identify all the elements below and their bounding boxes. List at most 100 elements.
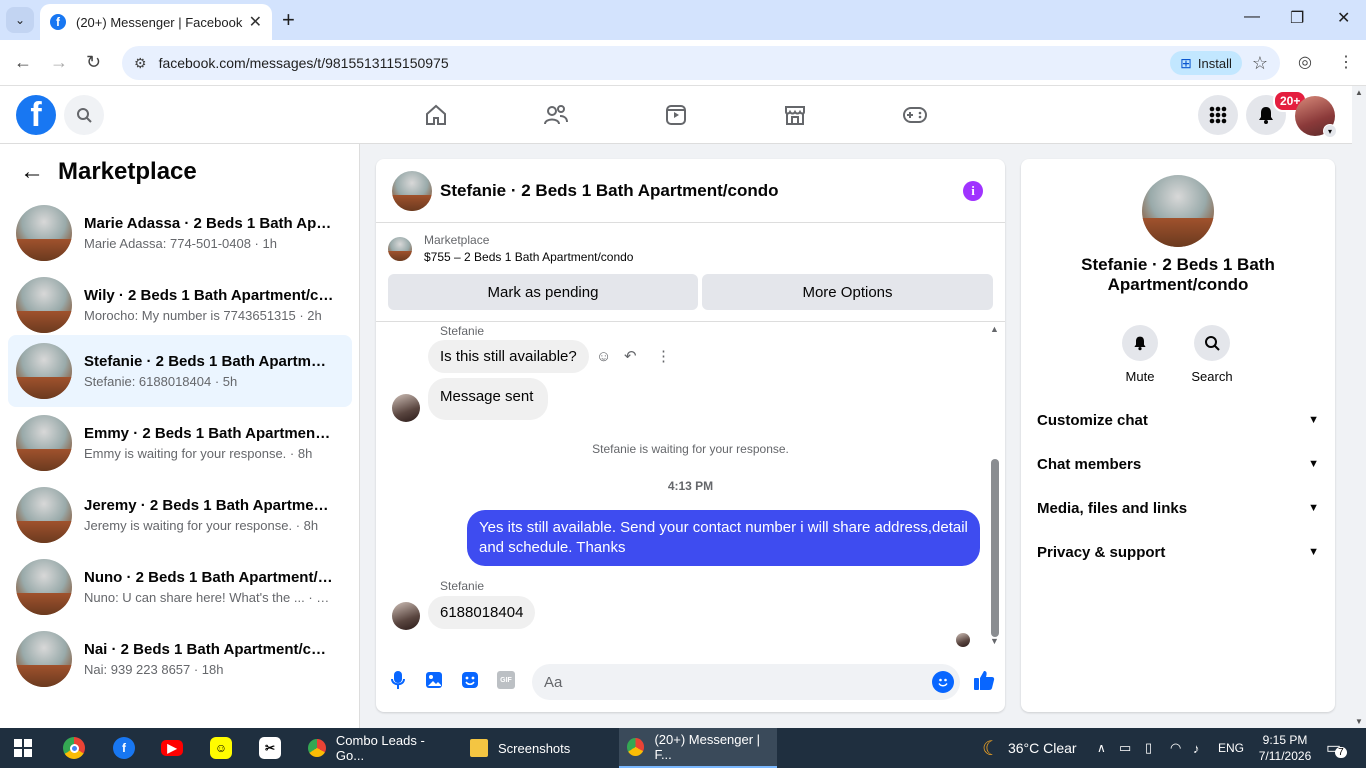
weather-widget[interactable]: ☾ 36°C Clear	[982, 728, 1077, 768]
facebook-logo-icon[interactable]: f	[16, 95, 56, 135]
browser-tab[interactable]: f (20+) Messenger | Facebook ✕	[40, 4, 272, 40]
snapchat-icon[interactable]: ☺	[210, 737, 232, 759]
reload-icon[interactable]: ↻	[86, 52, 101, 73]
search-icon	[77, 108, 92, 123]
back-arrow-icon[interactable]: ←	[20, 158, 44, 186]
gaming-nav[interactable]	[900, 100, 930, 130]
sender-avatar[interactable]	[392, 394, 420, 422]
conversation-item[interactable]: Jeremy · 2 Beds 1 Bath Apartment/... Jere…	[8, 479, 352, 551]
device-icon[interactable]: ▯	[1145, 728, 1152, 768]
restore-icon[interactable]: ❐	[1290, 8, 1304, 28]
tab-close-icon[interactable]: ✕	[249, 12, 262, 32]
message-bubble[interactable]: Message sent	[428, 378, 548, 420]
message-input[interactable]: Aa	[532, 664, 960, 700]
window-close-icon[interactable]: ✕	[1337, 8, 1350, 28]
photo-icon[interactable]	[424, 670, 444, 690]
message-input-placeholder: Aa	[544, 673, 563, 691]
install-button[interactable]: ⊞ Install	[1170, 51, 1242, 75]
like-thumbs-up-icon[interactable]	[972, 668, 996, 692]
conversation-preview: Jeremy is waiting for your response. · 8…	[84, 518, 319, 533]
volume-icon[interactable]: ♪	[1193, 728, 1200, 768]
scroll-down-icon[interactable]: ▼	[990, 636, 999, 646]
install-label: Install	[1197, 55, 1232, 71]
tab-search-dropdown[interactable]: ⌄	[6, 7, 34, 33]
facebook-search-button[interactable]	[64, 95, 104, 135]
conversation-item[interactable]: Marie Adassa · 2 Beds 1 Bath Apart... Mar…	[8, 197, 352, 269]
microphone-icon[interactable]	[388, 670, 408, 690]
minimize-icon[interactable]: —	[1244, 8, 1260, 26]
new-tab-button[interactable]: +	[282, 8, 295, 32]
conversation-name: Jeremy · 2 Beds 1 Bath Apartment/...	[84, 497, 334, 514]
windows-start-icon[interactable]	[14, 739, 32, 762]
mark-pending-button[interactable]: Mark as pending	[388, 274, 698, 310]
conversation-item[interactable]: Nai · 2 Beds 1 Bath Apartment/con... Nai:…	[8, 623, 352, 695]
chrome-icon	[308, 739, 326, 757]
watch-nav[interactable]	[661, 100, 691, 130]
facebook-app-icon[interactable]: f	[113, 737, 135, 759]
back-icon[interactable]: ←	[14, 52, 32, 73]
listing-bar[interactable]: Marketplace $755 – 2 Beds 1 Bath Apartme…	[388, 233, 633, 264]
message-bubble[interactable]: 6188018404	[428, 596, 536, 629]
my-message-bubble[interactable]: Yes its still available. Send your conta…	[467, 510, 980, 566]
sticker-icon[interactable]	[460, 670, 480, 690]
chrome-icon[interactable]	[63, 737, 85, 759]
conversation-item[interactable]: Emmy · 2 Beds 1 Bath Apartment/c... Emmy …	[8, 407, 352, 479]
scroll-up-icon[interactable]: ▲	[1355, 88, 1363, 97]
customize-chat-row[interactable]: Customize chat ▼	[1037, 408, 1319, 432]
info-icon[interactable]: i	[963, 181, 983, 201]
battery-icon[interactable]: ▭	[1119, 728, 1131, 768]
emoji-icon[interactable]	[932, 671, 954, 693]
gif-icon[interactable]: GIF	[496, 670, 516, 690]
address-bar[interactable]: ⚙ facebook.com/messages/t/98155131151509…	[122, 46, 1280, 80]
notification-center[interactable]: ▭ 7	[1326, 728, 1347, 768]
message-bubble[interactable]: Is this still available?	[428, 340, 589, 373]
youtube-icon[interactable]: ▶	[161, 740, 183, 756]
bookmark-star-icon[interactable]: ☆	[1252, 53, 1268, 74]
conversation-item[interactable]: Wily · 2 Beds 1 Bath Apartment/co... Moro…	[8, 269, 352, 341]
clock[interactable]: 9:15 PM 7/11/2026	[1252, 728, 1318, 768]
marketplace-nav[interactable]	[780, 100, 810, 130]
react-icon[interactable]: ☺	[596, 348, 611, 365]
scroll-down-icon[interactable]: ▼	[1355, 717, 1363, 726]
listing-thumbnail	[388, 236, 412, 261]
friends-nav[interactable]	[541, 100, 571, 130]
mute-button[interactable]: Mute	[1110, 325, 1170, 384]
sender-avatar[interactable]	[392, 602, 420, 630]
conversation-preview: Morocho: My number is 7743651315 · 2h	[84, 308, 322, 323]
conversation-item-active[interactable]: Stefanie · 2 Beds 1 Bath Apartment... Ste…	[8, 335, 352, 407]
conversation-name: Nuno · 2 Beds 1 Bath Apartment/c...	[84, 569, 334, 586]
language-indicator[interactable]: ENG	[1218, 728, 1244, 768]
taskbar-screenshots-folder[interactable]: Screenshots	[462, 728, 612, 768]
forward-icon[interactable]: →	[50, 52, 68, 73]
taskbar-chrome-combo-leads[interactable]: Combo Leads - Go...	[300, 728, 456, 768]
listing-thumbnail	[16, 205, 72, 261]
account-avatar[interactable]: ▾	[1295, 96, 1337, 138]
menu-button[interactable]	[1198, 95, 1238, 135]
site-info-icon[interactable]: ⚙	[134, 55, 147, 72]
chat-scrollbar[interactable]	[991, 459, 999, 637]
browser-toolbar: ← → ↻ ⚙ facebook.com/messages/t/98155131…	[0, 40, 1366, 86]
more-actions-icon[interactable]: ⋮	[656, 347, 671, 365]
media-files-links-row[interactable]: Media, files and links ▼	[1037, 496, 1319, 520]
browser-menu-icon[interactable]: ⋮	[1338, 52, 1354, 72]
page-scrollbar[interactable]: ▲ ▼	[1352, 86, 1366, 728]
reply-icon[interactable]: ↶	[624, 347, 637, 365]
more-options-button[interactable]: More Options	[702, 274, 993, 310]
taskbar-messenger[interactable]: (20+) Messenger | F...	[619, 728, 777, 768]
search-in-chat-button[interactable]: Search	[1182, 325, 1242, 384]
tray-overflow-icon[interactable]: ∧	[1097, 728, 1106, 768]
capcut-icon[interactable]: ✂	[259, 737, 281, 759]
scroll-up-icon[interactable]: ▲	[990, 324, 999, 334]
conversation-preview: Nai: 939 223 8657 · 18h	[84, 662, 224, 677]
wifi-icon[interactable]: ◠	[1170, 728, 1181, 768]
browser-tab-bar: ⌄ f (20+) Messenger | Facebook ✕ + — ❐ ✕	[0, 0, 1366, 40]
url-text[interactable]: facebook.com/messages/t/9815513115150975	[159, 55, 1171, 71]
chat-members-row[interactable]: Chat members ▼	[1037, 452, 1319, 476]
conversation-item[interactable]: Nuno · 2 Beds 1 Bath Apartment/c... Nuno:…	[8, 551, 352, 623]
profile-icon[interactable]: ◎	[1298, 52, 1312, 72]
privacy-support-row[interactable]: Privacy & support ▼	[1037, 540, 1319, 564]
chat-avatar[interactable]	[392, 170, 432, 211]
home-nav[interactable]	[421, 100, 451, 130]
details-avatar[interactable]	[1142, 175, 1214, 247]
chat-title[interactable]: Stefanie · 2 Beds 1 Bath Apartment/condo	[440, 181, 778, 201]
